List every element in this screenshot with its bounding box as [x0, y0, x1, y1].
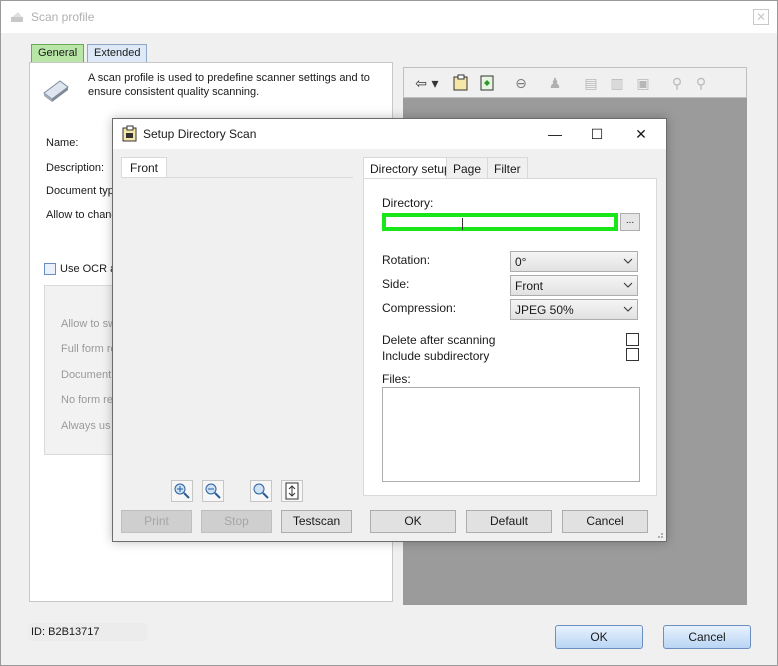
testscan-button[interactable]: Testscan — [281, 510, 352, 533]
side-select[interactable]: Front — [510, 275, 638, 296]
tab-directory-setup[interactable]: Directory setup — [363, 157, 458, 179]
allow-change-label: Allow to chang — [46, 209, 118, 221]
dialog-title: Setup Directory Scan — [143, 127, 257, 141]
files-label: Files: — [382, 372, 411, 386]
rotation-label: Rotation: — [382, 253, 431, 267]
zoom-out-icon — [205, 483, 221, 499]
document-type-label: Document typ — [46, 185, 114, 197]
default-button[interactable]: Default — [466, 510, 552, 533]
directory-label: Directory: — [382, 196, 434, 210]
gray-option-label: Always us — [61, 420, 111, 432]
scanner-icon — [43, 80, 69, 102]
profile-id: ID: B2B13717 — [29, 623, 147, 641]
zoom-fit-icon — [253, 483, 269, 499]
gray-option-label: Allow to sw — [61, 318, 117, 330]
chevron-down-icon — [623, 306, 633, 312]
setup-directory-scan-dialog: Setup Directory Scan — ☐ ✕ Front Directo… — [112, 118, 667, 542]
tab-general[interactable]: General — [31, 44, 85, 63]
directory-input[interactable] — [382, 213, 618, 231]
chevron-down-icon — [623, 258, 633, 264]
use-ocr-label: Use OCR ar — [60, 263, 120, 275]
gray-option-label: Full form re — [61, 343, 117, 355]
tab-filter[interactable]: Filter — [487, 157, 528, 179]
resize-grip-icon[interactable] — [654, 529, 664, 539]
preview-toolbar: ⇦ ▾ ⊖ ♟ ▤ ▥ ▣ ⚲ ⚲ — [403, 67, 747, 98]
zoom-out-icon: ⚲ — [695, 75, 707, 91]
include-subdirectory-checkbox[interactable] — [626, 348, 639, 361]
tab-divider — [121, 177, 353, 178]
navigate-icon[interactable]: ⇦ — [412, 74, 430, 92]
scan-settings-icon[interactable] — [452, 74, 470, 92]
user-icon: ♟ — [548, 75, 562, 91]
files-textarea[interactable] — [382, 387, 640, 482]
zoom-out-button[interactable] — [202, 480, 224, 502]
zoom-fit-button[interactable] — [250, 480, 272, 502]
stop-button[interactable]: Stop — [201, 510, 272, 533]
fit-page-button[interactable] — [281, 480, 303, 502]
print-button[interactable]: Print — [121, 510, 192, 533]
compression-label: Compression: — [382, 301, 457, 315]
directory-scan-icon — [122, 125, 137, 142]
chevron-down-icon — [623, 282, 633, 288]
stop-circle-icon[interactable]: ⊖ — [512, 74, 530, 92]
gray-option-label: No form rec — [61, 394, 119, 406]
compression-select[interactable]: JPEG 50% — [510, 299, 638, 320]
side-value: Front — [515, 279, 544, 293]
outer-close-button[interactable]: ✕ — [753, 9, 769, 25]
rotation-select[interactable]: 0° — [510, 251, 638, 272]
use-ocr-checkbox[interactable] — [44, 263, 56, 275]
close-button[interactable]: ✕ — [621, 123, 661, 145]
outer-window-title: Scan profile — [31, 10, 95, 24]
side-label: Side: — [382, 277, 410, 291]
page-icon: ▤ — [584, 75, 598, 91]
delete-after-checkbox[interactable] — [626, 333, 639, 346]
text-cursor-icon — [462, 218, 463, 230]
cancel-button[interactable]: Cancel — [562, 510, 648, 533]
chevron-down-icon[interactable]: ▾ — [430, 74, 440, 92]
minimize-button[interactable]: — — [535, 123, 575, 145]
delete-after-label: Delete after scanning — [382, 333, 496, 347]
maximize-button[interactable]: ☐ — [577, 123, 617, 145]
zoom-in-icon: ⚲ — [671, 75, 683, 91]
intro-text: A scan profile is used to predefine scan… — [88, 72, 370, 98]
rotation-value: 0° — [515, 255, 527, 269]
page-two-icon: ▥ — [610, 75, 624, 91]
gray-option-label: Document t — [61, 369, 118, 381]
tab-page[interactable]: Page — [446, 157, 489, 179]
zoom-in-button[interactable] — [171, 480, 193, 502]
tab-extended[interactable]: Extended — [87, 44, 148, 63]
outer-titlebar: Scan profile ✕ — [1, 1, 777, 33]
page-scan-icon[interactable] — [478, 74, 496, 92]
compression-value: JPEG 50% — [515, 303, 574, 317]
scanner-app-icon — [11, 12, 23, 22]
page-settings-icon: ▣ — [636, 75, 650, 91]
dialog-titlebar: Setup Directory Scan — ☐ ✕ — [113, 119, 666, 149]
ok-button[interactable]: OK — [370, 510, 456, 533]
outer-ok-button[interactable]: OK — [555, 625, 643, 649]
tab-front[interactable]: Front — [121, 157, 167, 177]
outer-cancel-button[interactable]: Cancel — [663, 625, 751, 649]
fit-page-icon — [285, 482, 299, 500]
include-subdirectory-label: Include subdirectory — [382, 349, 490, 363]
zoom-in-icon — [174, 483, 190, 499]
browse-button[interactable]: ... — [620, 213, 640, 231]
name-label: Name: — [46, 137, 79, 149]
directory-setup-panel: Directory: ... Rotation: 0° Side: Front … — [363, 178, 657, 496]
description-label: Description: — [46, 162, 105, 174]
